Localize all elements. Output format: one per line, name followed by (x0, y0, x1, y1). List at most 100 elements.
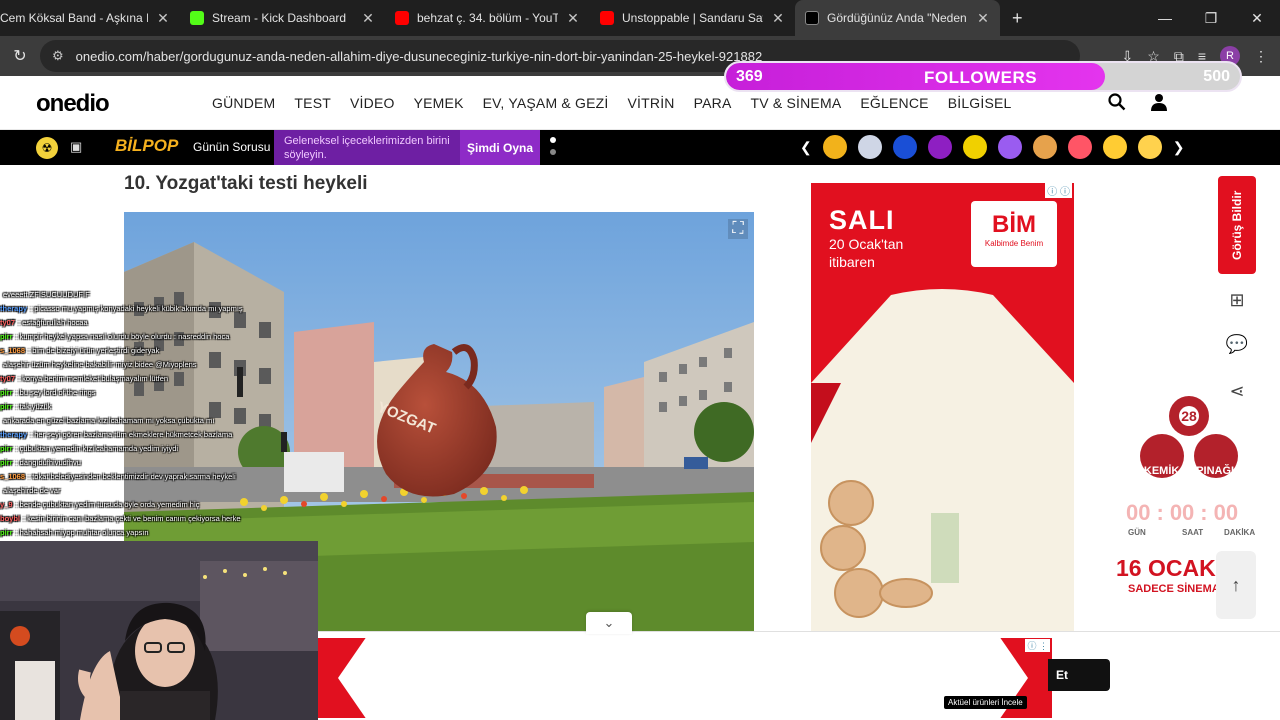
et-button[interactable]: Et (1048, 659, 1110, 691)
radiation-icon[interactable]: ☢ (36, 137, 58, 159)
close-icon[interactable]: ✕ (566, 10, 580, 27)
category-icon[interactable] (1067, 135, 1092, 159)
scroll-to-top-button[interactable]: ↑ (1216, 551, 1256, 619)
nav-item-vitrin[interactable]: VİTRİN (628, 95, 675, 111)
nav-item-gundem[interactable]: GÜNDEM (212, 95, 275, 111)
minimize-icon[interactable]: — (1142, 0, 1188, 36)
gamepad-icon[interactable]: ▣ (70, 139, 82, 155)
main-nav: GÜNDEM TEST VİDEO YEMEK EV, YAŞAM & GEZİ… (212, 95, 1012, 111)
chevron-right-icon[interactable]: ❯ (1173, 139, 1185, 156)
carousel-dots[interactable] (550, 137, 556, 161)
chat-message: s_1068: bim de bizeiyi ürün yerleştirdi … (0, 344, 320, 358)
ad-date: 20 Ocak'tan itibaren (829, 235, 903, 271)
nav-item-eglence[interactable]: EĞLENCE (860, 95, 928, 111)
search-icon[interactable] (1108, 93, 1126, 116)
followers-goal: 500 (1203, 68, 1230, 85)
category-icon[interactable] (927, 135, 952, 159)
countdown: 00 : 00 : 00 (1126, 500, 1238, 526)
stream-chat-overlay: eveeett ZFISUCUUDUFIF therapy : picasso mu… (0, 288, 320, 540)
chevron-left-icon[interactable]: ❮ (800, 139, 812, 156)
tab-title: Stream - Kick Dashboard (212, 11, 347, 25)
category-icon[interactable] (892, 135, 917, 159)
release-subtitle: SADECE SİNEMAL (1128, 583, 1227, 595)
user-icon[interactable] (1151, 93, 1167, 116)
tab-title: Cem Köksal Band - Aşkına Elveda (0, 11, 148, 25)
bookmark-add-icon[interactable]: ⊞ (1225, 290, 1249, 314)
ad-choices-icon[interactable]: ⓘ ⋮ (1025, 639, 1050, 652)
ad-day: SALI (829, 205, 895, 235)
view-products-link[interactable]: Aktüel ürünleri İncele (944, 696, 1027, 709)
countdown-hours-label: SAAT (1182, 528, 1204, 537)
window-close-icon[interactable]: ✕ (1234, 0, 1280, 36)
nav-item-video[interactable]: VİDEO (350, 95, 395, 111)
nav-item-bilgisel[interactable]: BİLGİSEL (948, 95, 1012, 111)
article-heading: 10. Yozgat'taki testi heykeli (124, 173, 368, 194)
window-controls: — ❐ ✕ (1142, 0, 1280, 36)
category-icon[interactable] (822, 135, 847, 159)
site-logo[interactable]: onedio (36, 90, 110, 118)
chat-message: eveeett ZFISUCUUDUFIF (0, 288, 320, 302)
category-icon[interactable] (997, 135, 1022, 159)
followers-progress-fill (726, 63, 1106, 90)
chat-username: ty07 (0, 318, 16, 327)
chat-message: alaşehirde de var (0, 484, 320, 498)
countdown-sep: : (1156, 500, 1164, 525)
chat-username: pirr (0, 332, 13, 341)
chat-text: : picasso mu yapmış konyadaki heykeli kü… (30, 304, 243, 313)
chat-text: : kumpir heykel yapsa nasıl olurdu böyle… (15, 332, 230, 341)
category-icon[interactable] (1137, 135, 1162, 159)
feedback-button[interactable]: Görüş Bildir (1218, 176, 1256, 274)
chat-message: y_9: bende çubuktan yedim tursuda öyle o… (0, 498, 320, 512)
chat-message: pirr: tak yüzük (0, 400, 320, 414)
chat-text: : bu şey lord of the rings (15, 388, 96, 397)
bottom-ad-banner[interactable]: Aktüel ürünleri İncele ⓘ ⋮ (318, 638, 1052, 718)
youtube-icon (395, 11, 409, 25)
chat-text: alaşehir üzüm heykeline bakabilir miyiz … (3, 360, 197, 369)
expand-icon[interactable]: ⛶ (728, 219, 748, 239)
reload-icon[interactable]: ↻ (0, 46, 40, 66)
chat-message: s_1068: tokat belediyesinden beklentimiz… (0, 470, 320, 484)
nav-item-test[interactable]: TEST (294, 95, 331, 111)
site-info-icon[interactable]: ⚙ (52, 48, 64, 64)
category-icon[interactable] (1102, 135, 1127, 159)
banner-inner (338, 638, 1028, 718)
comments-icon[interactable]: 💬 (1225, 334, 1249, 358)
ad-choices-icon[interactable]: ⓘ ⓘ (1045, 183, 1072, 198)
browser-tab[interactable]: Unstoppable | Sandaru Sathsara ✕ (590, 0, 795, 36)
browser-tab[interactable]: behzat ç. 34. bölüm - YouTube ✕ (385, 0, 590, 36)
category-icon[interactable] (1032, 135, 1057, 159)
nav-item-ev-yasam-gezi[interactable]: EV, YAŞAM & GEZİ (483, 95, 609, 111)
ad-banner-bim[interactable]: SALI 20 Ocak'tan itibaren BİM Kalbimde B… (811, 183, 1074, 633)
new-tab-button[interactable]: + (1012, 8, 1023, 29)
category-icon[interactable] (857, 135, 882, 159)
browser-tab[interactable]: Stream - Kick Dashboard ✕ (180, 0, 385, 36)
close-icon[interactable]: ✕ (156, 10, 170, 27)
tab-title: Gördüğünüz Anda "Neden Allah" (827, 11, 968, 25)
maximize-icon[interactable]: ❐ (1188, 0, 1234, 36)
close-icon[interactable]: ✕ (976, 10, 990, 27)
menu-icon[interactable]: ⋮ (1254, 48, 1268, 65)
ad-date-line1: 20 Ocak'tan (829, 236, 904, 252)
ad-date-line2: itibaren (829, 254, 875, 270)
chat-username: therapy (0, 430, 28, 439)
browser-tab-active[interactable]: Gördüğünüz Anda "Neden Allah" ✕ (795, 0, 1000, 36)
chat-text: : çubuktan yemedin kızılcahamamda yedim … (15, 444, 179, 453)
nav-item-para[interactable]: PARA (694, 95, 732, 111)
countdown-minutes: 00 (1213, 500, 1239, 525)
bilpop-logo[interactable]: BİLPOP (115, 136, 178, 156)
followers-label: FOLLOWERS (924, 68, 1038, 87)
chat-text: : konya benim memleket bulaşmayalım lütf… (18, 374, 169, 383)
category-icon[interactable] (962, 135, 987, 159)
tab-title: behzat ç. 34. bölüm - YouTube (417, 11, 558, 25)
chevron-down-icon[interactable]: ⌄ (586, 612, 632, 634)
browser-tab[interactable]: Cem Köksal Band - Aşkına Elveda ✕ (0, 0, 180, 36)
play-now-button[interactable]: Şimdi Oyna (460, 130, 540, 165)
nav-item-yemek[interactable]: YEMEK (414, 95, 464, 111)
close-icon[interactable]: ✕ (771, 10, 785, 27)
chat-username: boybl (0, 514, 20, 523)
close-icon[interactable]: ✕ (361, 10, 375, 27)
nav-item-tv-sinema[interactable]: TV & SİNEMA (750, 95, 841, 111)
quiz-bar: ☢ ▣ BİLPOP Günün Sorusu Geleneksel içece… (0, 130, 1280, 165)
chat-username: y_9 (0, 500, 13, 509)
category-carousel: ❮ ❯ (800, 135, 1184, 159)
